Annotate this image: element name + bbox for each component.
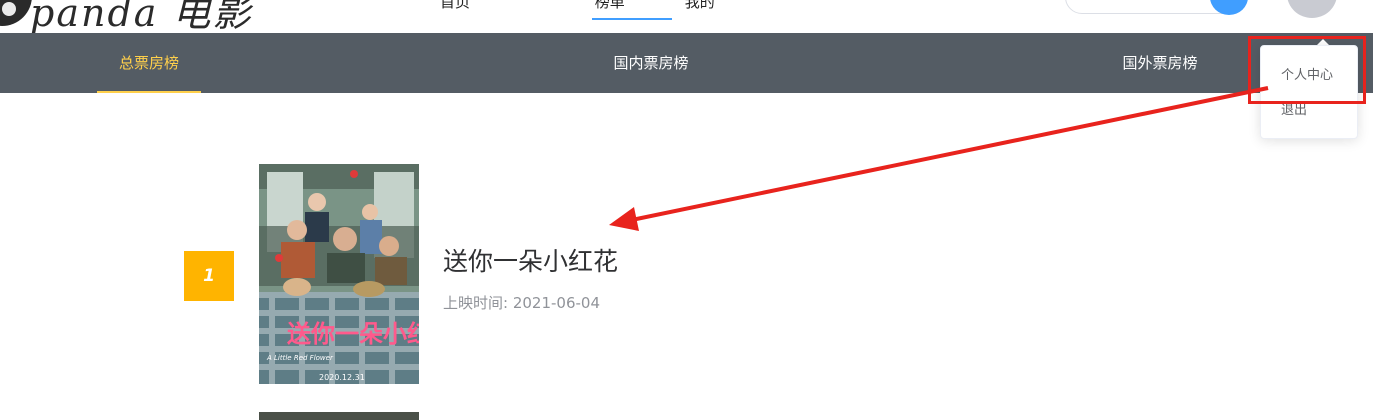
release-label: 上映时间: (443, 294, 509, 312)
avatar[interactable] (1287, 0, 1337, 18)
main-nav-active-indicator (592, 18, 672, 20)
tab-foreign-box-office[interactable]: 国外票房榜 (1104, 33, 1216, 93)
rank-badge: 1 (184, 251, 234, 301)
poster-date: 2020.12.31 (319, 373, 365, 382)
tab-total-box-office[interactable]: 总票房榜 (97, 33, 201, 93)
poster-image: 送你一朵小红花 A Little Red Flower 2020.12.31 (259, 164, 419, 384)
search-button[interactable] (1210, 0, 1248, 15)
poster-title-art: 送你一朵小红花 (287, 320, 419, 348)
annotation-highlight-box (1248, 36, 1366, 104)
ranking-tabs: 总票房榜 国内票房榜 国外票房榜 (0, 33, 1373, 93)
tab-domestic-box-office[interactable]: 国内票房榜 (595, 33, 707, 93)
movie-title[interactable]: 送你一朵小红花 (443, 242, 618, 278)
logo-text: panda 电影 (30, 0, 253, 35)
logo-icon (0, 0, 32, 26)
main-nav[interactable]: 首页 榜单 我的 (440, 0, 715, 12)
release-info: 上映时间: 2021-06-04 (443, 292, 600, 313)
next-movie-poster[interactable] (259, 412, 419, 420)
search-input[interactable] (1065, 0, 1248, 15)
poster-subtitle: A Little Red Flower (266, 354, 334, 362)
release-date: 2021-06-04 (512, 294, 601, 312)
top-navbar: panda 电影 首页 榜单 我的 (0, 0, 1373, 35)
movie-poster[interactable]: 送你一朵小红花 A Little Red Flower 2020.12.31 (259, 164, 419, 384)
